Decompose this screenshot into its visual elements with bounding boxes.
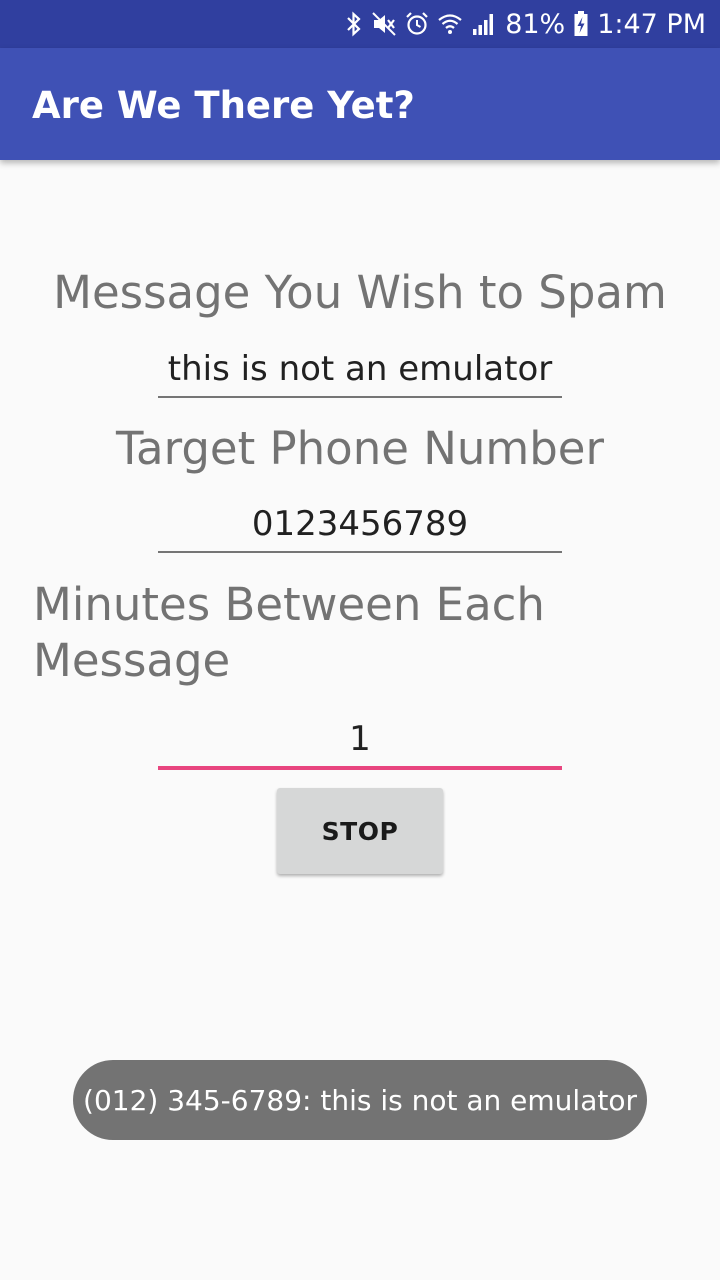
message-input[interactable] <box>158 342 562 398</box>
stop-button[interactable]: STOP <box>277 788 443 874</box>
app-title: Are We There Yet? <box>32 84 415 127</box>
status-time: 1:47 PM <box>597 8 706 40</box>
toast-message: (012) 345-6789: this is not an emulator <box>73 1060 647 1140</box>
status-bar: 81% 1:47 PM <box>0 0 720 48</box>
battery-charging-icon <box>573 10 589 38</box>
phone-label: Target Phone Number <box>116 422 604 475</box>
minutes-label: Minutes Between Each Message <box>33 578 545 687</box>
message-label: Message You Wish to Spam <box>53 266 667 319</box>
phone-input[interactable] <box>158 497 562 553</box>
wifi-icon <box>437 11 463 37</box>
status-icons: 81% 1:47 PM <box>345 0 706 48</box>
bluetooth-icon <box>345 11 363 37</box>
app-bar: Are We There Yet? <box>0 48 720 160</box>
minutes-input[interactable] <box>158 712 562 770</box>
mute-icon <box>371 11 397 37</box>
signal-icon <box>471 11 497 37</box>
alarm-icon <box>405 11 429 37</box>
battery-percent: 81% <box>505 8 566 40</box>
